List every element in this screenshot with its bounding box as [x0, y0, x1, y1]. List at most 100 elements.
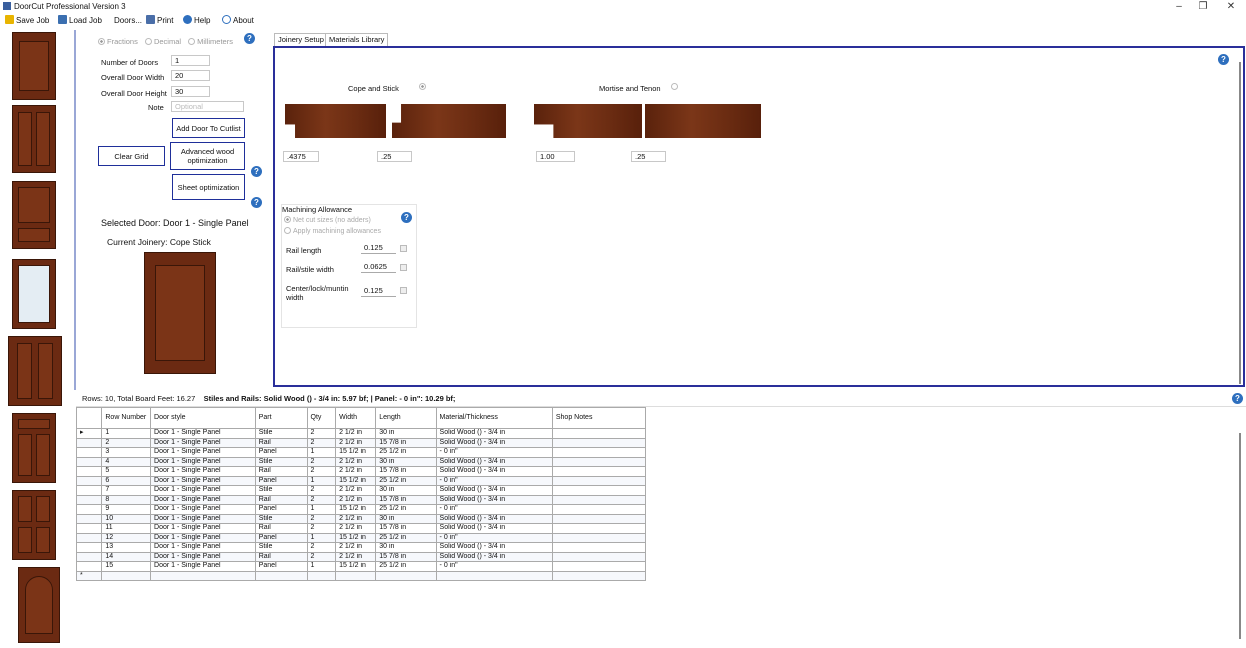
grid-cell[interactable]: 7: [101, 485, 152, 496]
grid-cell[interactable]: 14: [101, 551, 152, 562]
column-header[interactable]: Qty: [306, 407, 337, 429]
grid-cell[interactable]: [551, 447, 647, 458]
grid-cell[interactable]: [551, 466, 647, 477]
grid-cell[interactable]: 1: [306, 475, 337, 486]
grid-cell[interactable]: 15: [101, 561, 152, 572]
rail-stile-checkbox[interactable]: [400, 264, 407, 271]
grid-cell[interactable]: - 0 in": [435, 532, 553, 543]
grid-cell[interactable]: 2: [306, 466, 337, 477]
table-row[interactable]: 8 Door 1 - Single Panel Rail 2 2 1/2 in 15 7/…: [75, 494, 647, 505]
grid-cell[interactable]: 13: [101, 542, 152, 553]
row-selector[interactable]: [75, 542, 103, 553]
maximize-button[interactable]: ❐: [1192, 0, 1214, 13]
grid-cell[interactable]: Solid Wood () - 3/4 in: [435, 513, 553, 524]
row-selector[interactable]: [75, 551, 103, 562]
center-muntin-checkbox[interactable]: [400, 287, 407, 294]
grid-cell[interactable]: 2 1/2 in: [335, 523, 377, 534]
grid-cell[interactable]: 25 1/2 in: [375, 475, 437, 486]
rail-length-checkbox[interactable]: [400, 245, 407, 252]
grid-cell[interactable]: [551, 456, 647, 467]
grid-cell[interactable]: [551, 551, 647, 562]
print-menu[interactable]: Print: [146, 15, 173, 27]
grid-cell[interactable]: [335, 570, 377, 581]
new-row-marker[interactable]: *: [75, 570, 103, 581]
grid-cell[interactable]: 15 7/8 in: [375, 551, 437, 562]
column-header[interactable]: Shop Notes: [551, 407, 647, 429]
grid-cell[interactable]: Panel: [254, 447, 308, 458]
door-thumb-three-panel[interactable]: [12, 413, 56, 483]
new-row[interactable]: *: [75, 570, 647, 581]
grid-cell[interactable]: 2 1/2 in: [335, 513, 377, 524]
grid-cell[interactable]: Solid Wood () - 3/4 in: [435, 551, 553, 562]
row-selector[interactable]: [75, 447, 103, 458]
grid-cell[interactable]: 12: [101, 532, 152, 543]
grid-cell[interactable]: Solid Wood () - 3/4 in: [435, 456, 553, 467]
row-selector[interactable]: ▸: [75, 428, 103, 439]
grid-cell[interactable]: 3: [101, 447, 152, 458]
grid-cell[interactable]: 1: [306, 561, 337, 572]
table-row[interactable]: 6 Door 1 - Single Panel Panel 1 15 1/2 in 25 …: [75, 475, 647, 486]
grid-cell[interactable]: [551, 513, 647, 524]
grid-cell[interactable]: [375, 570, 437, 581]
grid-cell[interactable]: 15 7/8 in: [375, 523, 437, 534]
grid-cell[interactable]: 15 7/8 in: [375, 437, 437, 448]
grid-cell[interactable]: 2: [101, 437, 152, 448]
grid-cell[interactable]: Rail: [254, 551, 308, 562]
grid-cell[interactable]: [435, 570, 553, 581]
grid-cell[interactable]: - 0 in": [435, 475, 553, 486]
grid-cell[interactable]: 30 in: [375, 456, 437, 467]
grid-cell[interactable]: 15 7/8 in: [375, 466, 437, 477]
grid-cell[interactable]: Rail: [254, 437, 308, 448]
grid-cell[interactable]: 1: [306, 532, 337, 543]
grid-cell[interactable]: Door 1 - Single Panel: [150, 447, 256, 458]
grid-cell[interactable]: Panel: [254, 504, 308, 515]
grid-cell[interactable]: [551, 485, 647, 496]
grid-cell[interactable]: [551, 494, 647, 505]
advanced-help-icon[interactable]: ?: [251, 166, 262, 177]
table-row[interactable]: 15 Door 1 - Single Panel Panel 1 15 1/2 in 25…: [75, 561, 647, 572]
grid-cell[interactable]: Door 1 - Single Panel: [150, 551, 256, 562]
mortise-depth-input[interactable]: 1.00: [536, 151, 575, 162]
grid-cell[interactable]: Stile: [254, 456, 308, 467]
grid-cell[interactable]: Panel: [254, 475, 308, 486]
minimize-button[interactable]: –: [1168, 0, 1190, 13]
grid-cell[interactable]: Door 1 - Single Panel: [150, 456, 256, 467]
grid-cell[interactable]: 2: [306, 428, 337, 439]
width-input[interactable]: 20: [171, 70, 210, 81]
row-selector[interactable]: [75, 475, 103, 486]
door-thumb-drawer[interactable]: [12, 181, 56, 249]
grid-cell[interactable]: 2 1/2 in: [335, 494, 377, 505]
row-selector[interactable]: [75, 485, 103, 496]
table-row[interactable]: 12 Door 1 - Single Panel Panel 1 15 1/2 in 25…: [75, 532, 647, 543]
column-header[interactable]: Material/Thickness: [435, 407, 553, 429]
add-door-button[interactable]: Add Door To Cutlist: [172, 118, 245, 138]
column-header[interactable]: Row Number: [101, 407, 152, 429]
tab-joinery-setup[interactable]: Joinery Setup: [274, 33, 328, 46]
grid-cell[interactable]: Door 1 - Single Panel: [150, 504, 256, 515]
row-selector[interactable]: [75, 437, 103, 448]
sheet-help-icon[interactable]: ?: [251, 197, 262, 208]
grid-cell[interactable]: 2 1/2 in: [335, 456, 377, 467]
grid-cell[interactable]: Door 1 - Single Panel: [150, 561, 256, 572]
grid-help-icon[interactable]: ?: [1232, 393, 1243, 404]
help-menu[interactable]: Help: [183, 15, 210, 27]
grid-cell[interactable]: 30 in: [375, 513, 437, 524]
grid-cell[interactable]: 1: [306, 447, 337, 458]
row-selector[interactable]: [75, 504, 103, 515]
about-menu[interactable]: About: [222, 15, 254, 27]
height-input[interactable]: 30: [171, 86, 210, 97]
row-selector[interactable]: [75, 532, 103, 543]
grid-cell[interactable]: Solid Wood () - 3/4 in: [435, 428, 553, 439]
grid-cell[interactable]: [306, 570, 337, 581]
decimal-radio[interactable]: Decimal: [144, 37, 181, 46]
grid-cell[interactable]: Stile: [254, 428, 308, 439]
grid-cell[interactable]: 9: [101, 504, 152, 515]
machining-help-icon[interactable]: ?: [401, 212, 412, 223]
table-row[interactable]: ▸ 1 Door 1 - Single Panel Stile 2 2 1/2 in 30 …: [75, 428, 647, 439]
grid-cell[interactable]: Panel: [254, 561, 308, 572]
grid-cell[interactable]: Door 1 - Single Panel: [150, 437, 256, 448]
grid-cell[interactable]: Panel: [254, 532, 308, 543]
grid-cell[interactable]: [551, 570, 647, 581]
door-thumb-glass[interactable]: [12, 259, 56, 329]
table-row[interactable]: 13 Door 1 - Single Panel Stile 2 2 1/2 in 30 …: [75, 542, 647, 553]
